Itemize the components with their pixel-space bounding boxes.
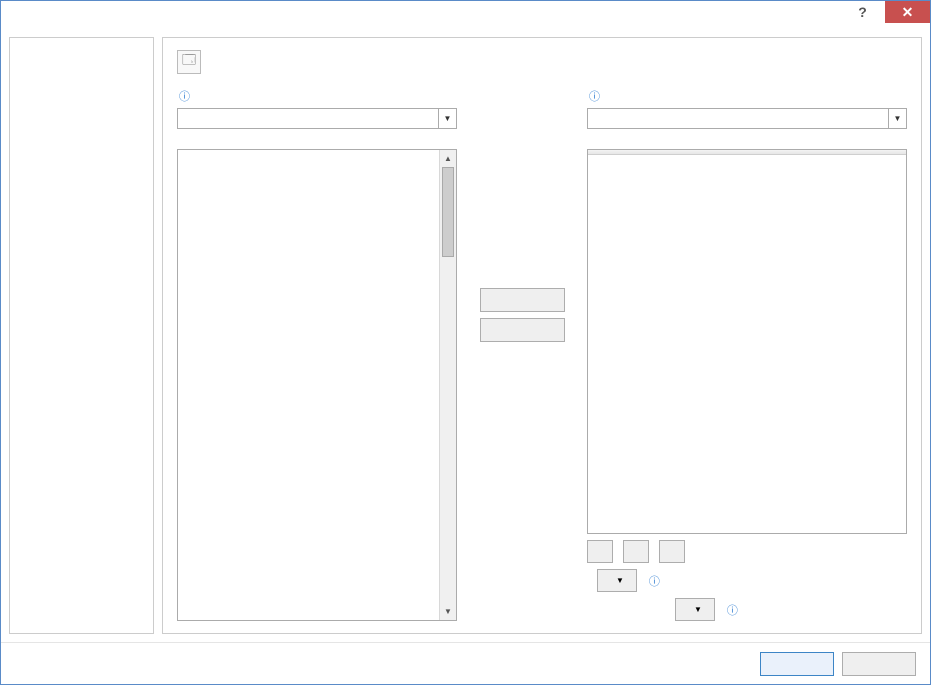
cancel-button[interactable] bbox=[842, 652, 916, 676]
titlebar: ? ✕ bbox=[1, 1, 930, 29]
transfer-buttons bbox=[477, 88, 567, 621]
ribbon-tree[interactable] bbox=[587, 149, 907, 534]
scroll-thumb[interactable] bbox=[442, 167, 454, 257]
customize-ribbon-dropdown[interactable]: ▼ bbox=[587, 108, 907, 129]
caret-down-icon: ▼ bbox=[694, 605, 702, 614]
dialog-body: 🗔 ⓘ ▼ ▲ bbox=[1, 29, 930, 642]
reset-button[interactable]: ▼ bbox=[597, 569, 637, 592]
choose-commands-label: ⓘ bbox=[177, 88, 457, 104]
titlebar-buttons: ? ✕ bbox=[840, 1, 930, 23]
chevron-down-icon: ▼ bbox=[888, 109, 906, 128]
chevron-down-icon: ▼ bbox=[438, 109, 456, 128]
close-button[interactable]: ✕ bbox=[885, 1, 930, 23]
rename-button[interactable] bbox=[659, 540, 685, 563]
ribbon-column: ⓘ ▼ ▲ ▼ bbox=[587, 88, 907, 621]
import-export-button[interactable]: ▼ bbox=[675, 598, 715, 621]
choose-commands-dropdown[interactable]: ▼ bbox=[177, 108, 457, 129]
info-icon[interactable]: ⓘ bbox=[649, 573, 660, 589]
scroll-down-button[interactable]: ▼ bbox=[440, 603, 456, 620]
ok-button[interactable] bbox=[760, 652, 834, 676]
columns: ⓘ ▼ ▲ ▼ bbox=[177, 88, 907, 621]
ribbon-bottom-controls: ▼ ⓘ ▼ ⓘ bbox=[587, 540, 907, 621]
scroll-up-button[interactable]: ▲ bbox=[440, 150, 456, 167]
info-icon[interactable]: ⓘ bbox=[179, 91, 190, 103]
options-dialog: ? ✕ 🗔 ⓘ ▼ bbox=[0, 0, 931, 685]
commands-listbox[interactable]: ▲ ▼ bbox=[177, 149, 457, 621]
commands-column: ⓘ ▼ ▲ ▼ bbox=[177, 88, 457, 621]
info-icon[interactable]: ⓘ bbox=[727, 602, 738, 618]
dialog-footer bbox=[1, 642, 930, 684]
customize-ribbon-label: ⓘ bbox=[587, 88, 907, 104]
help-button[interactable]: ? bbox=[840, 1, 885, 23]
ribbon-icon: 🗔 bbox=[177, 50, 201, 74]
add-button[interactable] bbox=[480, 288, 565, 312]
panel-header: 🗔 bbox=[177, 50, 907, 74]
nav-sidebar bbox=[9, 37, 154, 634]
main-panel: 🗔 ⓘ ▼ ▲ bbox=[162, 37, 922, 634]
scrollbar[interactable]: ▲ ▼ bbox=[439, 150, 456, 620]
caret-down-icon: ▼ bbox=[616, 576, 624, 585]
info-icon[interactable]: ⓘ bbox=[589, 91, 600, 103]
new-tab-button[interactable] bbox=[587, 540, 613, 563]
new-group-button[interactable] bbox=[623, 540, 649, 563]
remove-button[interactable] bbox=[480, 318, 565, 342]
